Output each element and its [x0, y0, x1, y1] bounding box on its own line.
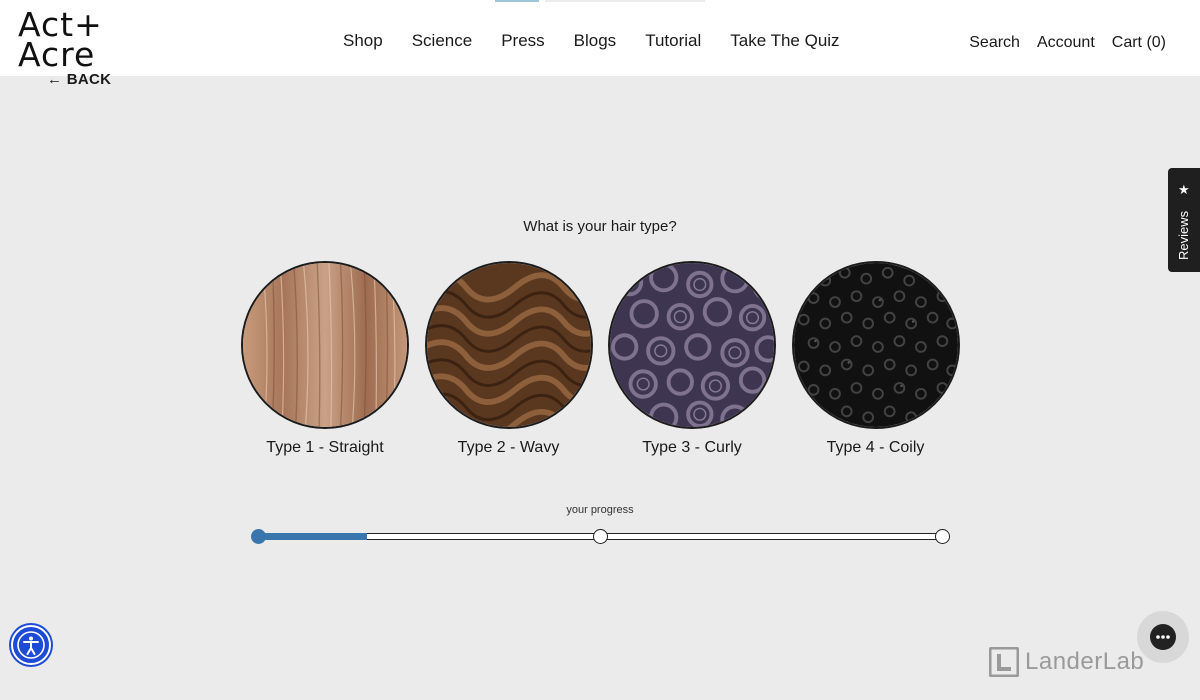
- option-label: Type 1 - Straight: [266, 439, 384, 456]
- option-type-2-wavy[interactable]: Type 2 - Wavy: [424, 261, 593, 457]
- reviews-tab-label: Reviews: [1176, 210, 1191, 260]
- option-type-1-straight[interactable]: Type 1 - Straight: [241, 261, 409, 457]
- progress-step-2: [593, 529, 608, 544]
- main-nav: Shop Science Press Blogs Tutorial Take T…: [343, 31, 869, 51]
- reviews-tab[interactable]: ★ Reviews: [1168, 168, 1200, 272]
- coily-hair-photo: [791, 261, 960, 429]
- search-link[interactable]: Search: [969, 33, 1020, 53]
- curly-hair-photo: [608, 261, 776, 429]
- option-label: Type 3 - Curly: [642, 439, 742, 456]
- wavy-hair-photo: [424, 261, 593, 429]
- watermark-text: LanderLab: [1025, 648, 1145, 675]
- straight-hair-photo: [241, 261, 409, 429]
- cart-link[interactable]: Cart (0): [1112, 33, 1166, 53]
- brand-logo[interactable]: Act+ Acre: [18, 8, 103, 74]
- nav-science[interactable]: Science: [412, 31, 472, 51]
- hair-type-options: Type 1 - Straight Type 2 - Wavy Type 3 -…: [241, 261, 960, 457]
- chat-icon: [1150, 624, 1176, 650]
- progress-label: your progress: [566, 504, 634, 516]
- landerlab-watermark: LanderLab: [989, 647, 1144, 677]
- landerlab-logo-icon: [989, 647, 1019, 677]
- account-link[interactable]: Account: [1037, 33, 1095, 53]
- top-accent-bar-secondary: [545, 0, 705, 2]
- accessibility-button[interactable]: [11, 625, 51, 665]
- progress-step-3: [935, 529, 950, 544]
- star-icon: ★: [1178, 182, 1190, 197]
- nav-take-the-quiz[interactable]: Take The Quiz: [730, 31, 839, 51]
- site-header: Act+ Acre Shop Science Press Blogs Tutor…: [0, 0, 1200, 76]
- top-accent-bar: [495, 0, 539, 2]
- nav-blogs[interactable]: Blogs: [574, 31, 617, 51]
- progress-fill: [258, 533, 367, 540]
- nav-press[interactable]: Press: [501, 31, 544, 51]
- utility-nav: Search Account Cart (0): [952, 33, 1166, 53]
- back-button[interactable]: ← BACK: [47, 71, 111, 88]
- option-label: Type 2 - Wavy: [457, 439, 560, 456]
- logo-line-2: Acre: [18, 35, 96, 74]
- option-type-4-coily[interactable]: Type 4 - Coily: [791, 261, 960, 457]
- progress-step-1: [251, 529, 266, 544]
- nav-tutorial[interactable]: Tutorial: [645, 31, 701, 51]
- quiz-question: What is your hair type?: [523, 218, 677, 235]
- option-type-3-curly[interactable]: Type 3 - Curly: [608, 261, 776, 457]
- option-label: Type 4 - Coily: [826, 439, 925, 456]
- accessibility-icon: [17, 631, 45, 659]
- nav-shop[interactable]: Shop: [343, 31, 383, 51]
